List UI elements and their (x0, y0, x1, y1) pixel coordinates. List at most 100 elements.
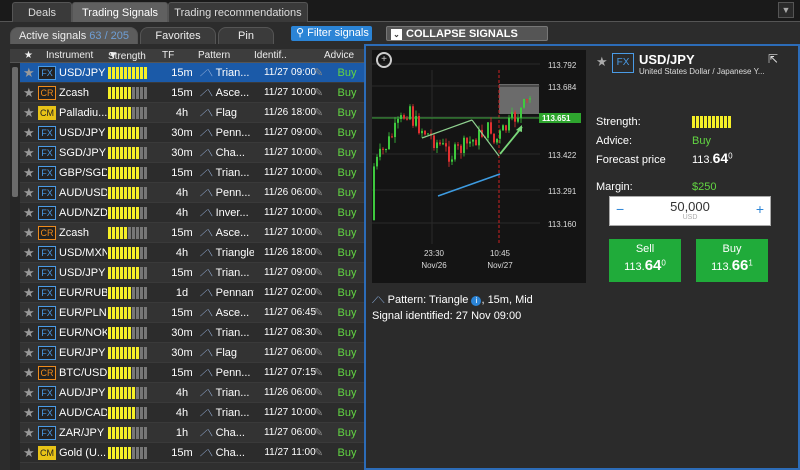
favorite-star-icon[interactable]: ★ (23, 423, 35, 443)
table-row[interactable]: ★ FX USD/MXN 4h ⟋⟍ Triangle 11/26 18:00 ✎ Buy (20, 243, 364, 263)
pin-icon[interactable]: ✎ (314, 403, 323, 423)
table-row[interactable]: ★ FX GBP/SGD 15m ⟋⟍ Trian... 11/27 10:00 ✎ Buy (20, 163, 364, 183)
col-pattern[interactable]: Pattern (198, 50, 230, 61)
amount-stepper[interactable]: − 50,000 USD + (609, 196, 771, 226)
scrollbar-thumb[interactable] (12, 67, 18, 197)
instrument-name: AUD/USD (59, 187, 107, 199)
tab-favorites[interactable]: Favorites (140, 27, 216, 44)
favorite-star-icon[interactable]: ★ (23, 123, 35, 143)
chevron-down-icon[interactable]: ▼ (778, 2, 794, 18)
pin-icon[interactable]: ✎ (314, 323, 323, 343)
tab-deals[interactable]: Deals (12, 2, 72, 22)
timeframe: 4h (175, 387, 189, 399)
table-row[interactable]: ★ FX AUD/CAD 4h ⟋⟍ Trian... 11/27 10:00 ✎ Buy (20, 403, 364, 423)
pin-icon[interactable]: ✎ (314, 103, 323, 123)
favorite-star-icon[interactable]: ★ (23, 243, 35, 263)
favorite-star-icon[interactable]: ★ (23, 203, 35, 223)
table-row[interactable]: ★ FX EUR/NOK 30m ⟋⟍ Trian... 11/27 08:30 ✎ Buy (20, 323, 364, 343)
pattern-text: Pattern: Triangle (387, 294, 469, 306)
col-advice[interactable]: Advice (324, 50, 354, 61)
zoom-icon[interactable]: + (376, 52, 392, 68)
table-row[interactable]: ★ CR Zcash 15m ⟋⟍ Asce... 11/27 10:00 ✎ Buy (20, 223, 364, 243)
col-strength[interactable]: Strength ▼ (108, 50, 146, 62)
table-row[interactable]: ★ CR Zcash 15m ⟋⟍ Asce... 11/27 10:00 ✎ Buy (20, 83, 364, 103)
tab-trading-signals[interactable]: Trading Signals (72, 2, 168, 22)
filter-signals-button[interactable]: ⚲ Filter signals (291, 26, 372, 41)
tab-pin[interactable]: Pin (218, 27, 274, 44)
advice-value: Buy (337, 267, 357, 279)
external-link-icon[interactable]: ⇱ (768, 52, 778, 66)
pin-icon[interactable]: ✎ (314, 423, 323, 443)
list-scrollbar[interactable] (10, 63, 20, 470)
favorite-star-icon[interactable]: ★ (23, 443, 35, 463)
candle (394, 122, 396, 138)
col-tf[interactable]: TF (162, 50, 174, 61)
pin-icon[interactable]: ✎ (314, 63, 323, 83)
pin-icon[interactable]: ✎ (314, 123, 323, 143)
pin-icon[interactable]: ✎ (314, 303, 323, 323)
pin-icon[interactable]: ✎ (314, 243, 323, 263)
table-row[interactable]: ★ FX USD/JPY 15m ⟋⟍ Trian... 11/27 09:00 ✎ Buy (20, 63, 364, 83)
pin-icon[interactable]: ✎ (314, 343, 323, 363)
pin-icon[interactable]: ✎ (314, 363, 323, 383)
instrument-name: GBP/SGD (59, 167, 107, 179)
col-identified[interactable]: Identif.. (254, 50, 287, 61)
info-icon[interactable]: i (471, 296, 482, 306)
favorite-star-icon[interactable]: ★ (23, 163, 35, 183)
table-row[interactable]: ★ CR BTC/USD 15m ⟋⟍ Penn... 11/27 07:15 ✎ Buy (20, 363, 364, 383)
pin-icon[interactable]: ✎ (314, 283, 323, 303)
favorite-star-icon[interactable]: ★ (23, 343, 35, 363)
increase-button[interactable]: + (756, 201, 764, 217)
col-instrument[interactable]: Instrument (46, 50, 93, 61)
pin-icon[interactable]: ✎ (314, 443, 323, 463)
star-column-icon[interactable]: ★ (24, 50, 33, 61)
table-row[interactable]: ★ FX USD/JPY 30m ⟋⟍ Penn... 11/27 09:00 ✎ Buy (20, 123, 364, 143)
pin-icon[interactable]: ✎ (314, 163, 323, 183)
advice-value: Buy (692, 135, 711, 147)
pin-icon[interactable]: ✎ (314, 183, 323, 203)
favorite-star-icon[interactable]: ★ (23, 363, 35, 383)
table-row[interactable]: ★ FX EUR/JPY 30m ⟋⟍ Flag 11/27 06:00 ✎ Buy (20, 343, 364, 363)
favorite-star-icon[interactable]: ★ (23, 303, 35, 323)
buy-label: Buy (722, 243, 742, 255)
collapse-panel-button[interactable]: ⌄COLLAPSE SIGNALS PANEL (386, 26, 548, 55)
buy-button[interactable]: Buy 113.661 (696, 239, 768, 282)
favorite-star-icon[interactable]: ★ (23, 83, 35, 103)
tab-trading-recommendations[interactable]: Trading recommendations (168, 2, 308, 22)
favorite-star-icon[interactable]: ★ (23, 403, 35, 423)
advice-value: Buy (337, 367, 357, 379)
candle (433, 135, 435, 148)
pin-icon[interactable]: ✎ (314, 143, 323, 163)
timeframe: 4h (175, 407, 189, 419)
favorite-star-icon[interactable]: ★ (23, 283, 35, 303)
favorite-star-icon[interactable]: ★ (596, 54, 608, 70)
sell-button[interactable]: Sell 113.640 (609, 239, 681, 282)
amount-value[interactable]: 50,000 (610, 199, 770, 214)
timeframe: 4h (175, 187, 189, 199)
table-row[interactable]: ★ FX AUD/JPY 4h ⟋⟍ Trian... 11/26 06:00 ✎ Buy (20, 383, 364, 403)
favorite-star-icon[interactable]: ★ (23, 183, 35, 203)
tab-active-signals[interactable]: Active signals 63 / 205 (10, 27, 138, 44)
favorite-star-icon[interactable]: ★ (23, 63, 35, 83)
favorite-star-icon[interactable]: ★ (23, 323, 35, 343)
table-row[interactable]: ★ FX ZAR/JPY 1h ⟋⟍ Cha... 11/27 06:00 ✎ Buy (20, 423, 364, 443)
pin-icon[interactable]: ✎ (314, 203, 323, 223)
table-row[interactable]: ★ FX USD/JPY 15m ⟋⟍ Trian... 11/27 09:00 ✎ Buy (20, 263, 364, 283)
table-row[interactable]: ★ CM Palladiu... 4h ⟋⟍ Flag 11/26 18:00 ✎ Buy (20, 103, 364, 123)
table-row[interactable]: ★ CM Gold (U... 15m ⟋⟍ Cha... 11/27 11:00 ✎ Buy (20, 443, 364, 463)
pin-icon[interactable]: ✎ (314, 223, 323, 243)
pin-icon[interactable]: ✎ (314, 263, 323, 283)
table-row[interactable]: ★ FX EUR/RUB 1d ⟋⟍ Pennant 11/27 02:00 ✎ Buy (20, 283, 364, 303)
favorite-star-icon[interactable]: ★ (23, 223, 35, 243)
favorite-star-icon[interactable]: ★ (23, 143, 35, 163)
table-row[interactable]: ★ FX AUD/USD 4h ⟋⟍ Penn... 11/26 06:00 ✎ Buy (20, 183, 364, 203)
table-row[interactable]: ★ FX EUR/PLN 15m ⟋⟍ Asce... 11/27 06:45 ✎ Buy (20, 303, 364, 323)
table-row[interactable]: ★ FX AUD/NZD 4h ⟋⟍ Inver... 11/27 10:00 ✎ Buy (20, 203, 364, 223)
pin-icon[interactable]: ✎ (314, 383, 323, 403)
table-row[interactable]: ★ FX SGD/JPY 30m ⟋⟍ Cha... 11/27 10:00 ✎ Buy (20, 143, 364, 163)
favorite-star-icon[interactable]: ★ (23, 103, 35, 123)
favorite-star-icon[interactable]: ★ (23, 263, 35, 283)
favorite-star-icon[interactable]: ★ (23, 383, 35, 403)
price-chart[interactable]: 113.792113.684113.553113.422113.291113.1… (372, 50, 586, 283)
pin-icon[interactable]: ✎ (314, 83, 323, 103)
